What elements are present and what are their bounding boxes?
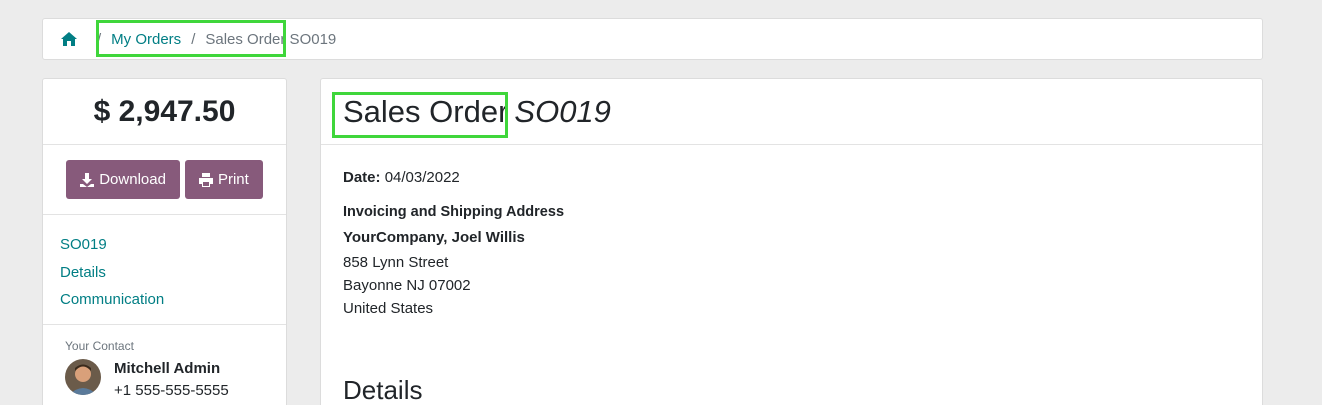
sidebar-link-so019[interactable]: SO019 (60, 231, 286, 259)
download-button[interactable]: Download (66, 160, 180, 199)
print-button[interactable]: Print (184, 160, 263, 199)
total-amount: $ 2,947.50 (43, 79, 286, 145)
address-line: 858 Lynn Street (343, 254, 449, 271)
date-value: 04/03/2022 (384, 169, 460, 186)
address-name: YourCompany, Joel Willis (343, 229, 525, 246)
print-icon (198, 172, 213, 187)
address-line: United States (343, 300, 434, 317)
breadcrumb-current: Sales Order SO019 (205, 30, 337, 48)
avatar (65, 359, 101, 395)
page-title: Sales Order (343, 93, 509, 129)
sidebar-link-communication[interactable]: Communication (60, 286, 286, 314)
order-card: Sales Order SO019 Date: 04/03/2022 Invoi… (320, 78, 1263, 405)
contact-row: Mitchell Admin +1 555-555-5555 (65, 359, 286, 403)
order-reference: SO019 (514, 93, 611, 129)
breadcrumb-my-orders-link[interactable]: My Orders (111, 31, 181, 48)
contact-name: Mitchell Admin (114, 360, 221, 377)
order-header: Sales Order SO019 (321, 79, 1262, 145)
sidebar-link-details[interactable]: Details (60, 259, 286, 287)
sidebar-nav: SO019 Details Communication (43, 215, 286, 325)
home-icon[interactable] (61, 32, 77, 46)
address-line: Bayonne NJ 07002 (343, 277, 471, 294)
contact-label: Your Contact (65, 339, 134, 353)
breadcrumb-separator: / (97, 30, 102, 48)
details-heading: Details (343, 375, 423, 405)
order-body: Date: 04/03/2022 Invoicing and Shipping … (321, 145, 1262, 405)
order-date: Date: 04/03/2022 (343, 169, 1262, 186)
breadcrumb: / My Orders / Sales Order SO019 (42, 18, 1263, 60)
action-buttons: Download Print (43, 145, 286, 215)
download-label: Download (99, 171, 166, 188)
contact-phone: +1 555-555-5555 (114, 382, 229, 399)
contact-section: Your Contact Mitchell Admin +1 555-555-5… (43, 325, 286, 403)
download-icon (80, 172, 95, 187)
breadcrumb-separator: / (191, 30, 196, 48)
print-label: Print (217, 171, 249, 188)
date-label: Date: (343, 169, 381, 186)
address-title: Invoicing and Shipping Address (343, 204, 565, 220)
sidebar: $ 2,947.50 Download Print SO019 Details … (42, 78, 287, 405)
